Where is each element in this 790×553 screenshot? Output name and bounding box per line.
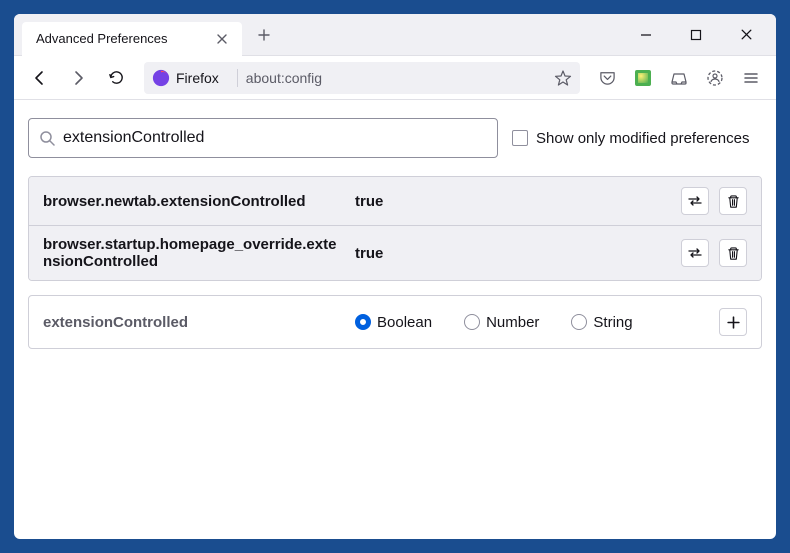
new-pref-row: extensionControlled Boolean Number Strin… xyxy=(29,296,761,348)
content-area: Show only modified preferences browser.n… xyxy=(14,100,776,539)
pref-row[interactable]: browser.newtab.extensionControlled true xyxy=(29,177,761,225)
minimize-button[interactable] xyxy=(632,21,660,49)
profile-icon[interactable] xyxy=(700,63,730,93)
menu-icon[interactable] xyxy=(736,63,766,93)
extension-icon[interactable] xyxy=(628,63,658,93)
close-tab-icon[interactable] xyxy=(212,29,232,49)
add-button[interactable] xyxy=(719,308,747,336)
radio-icon xyxy=(571,314,587,330)
pref-value: true xyxy=(355,193,669,210)
browser-window: Advanced Preferences xyxy=(14,14,776,539)
reload-button[interactable] xyxy=(100,62,132,94)
firefox-icon xyxy=(152,69,170,87)
radio-icon xyxy=(355,314,371,330)
maximize-button[interactable] xyxy=(682,21,710,49)
radio-boolean[interactable]: Boolean xyxy=(355,314,432,331)
pref-value: true xyxy=(355,245,669,262)
pref-actions xyxy=(681,187,747,215)
delete-button[interactable] xyxy=(719,187,747,215)
titlebar: Advanced Preferences xyxy=(14,14,776,56)
new-pref-container: extensionControlled Boolean Number Strin… xyxy=(28,295,762,349)
prefs-table: browser.newtab.extensionControlled true … xyxy=(28,176,762,281)
checkbox-icon xyxy=(512,130,528,146)
pref-actions xyxy=(681,239,747,267)
tab-title: Advanced Preferences xyxy=(36,31,212,46)
toggle-button[interactable] xyxy=(681,187,709,215)
radio-string[interactable]: String xyxy=(571,314,632,331)
radio-label: Number xyxy=(486,314,539,331)
search-input[interactable] xyxy=(63,129,487,147)
radio-label: String xyxy=(593,314,632,331)
search-icon xyxy=(39,130,55,146)
back-button[interactable] xyxy=(24,62,56,94)
new-tab-button[interactable] xyxy=(250,21,278,49)
url-bar[interactable]: Firefox about:config xyxy=(144,62,580,94)
new-pref-name: extensionControlled xyxy=(43,314,343,331)
pref-name: browser.startup.homepage_override.extens… xyxy=(43,236,343,270)
radio-label: Boolean xyxy=(377,314,432,331)
forward-button[interactable] xyxy=(62,62,94,94)
identity-box[interactable]: Firefox xyxy=(152,69,229,87)
window-controls xyxy=(632,21,768,49)
bookmark-star-icon[interactable] xyxy=(554,69,572,87)
tab-active[interactable]: Advanced Preferences xyxy=(22,22,242,56)
checkbox-label: Show only modified preferences xyxy=(536,130,749,147)
close-window-button[interactable] xyxy=(732,21,760,49)
search-box[interactable] xyxy=(28,118,498,158)
pocket-icon[interactable] xyxy=(592,63,622,93)
toggle-button[interactable] xyxy=(681,239,709,267)
pref-row[interactable]: browser.startup.homepage_override.extens… xyxy=(29,225,761,280)
urlbar-separator xyxy=(237,69,238,87)
delete-button[interactable] xyxy=(719,239,747,267)
search-row: Show only modified preferences xyxy=(28,118,762,158)
identity-label: Firefox xyxy=(176,70,219,86)
inbox-icon[interactable] xyxy=(664,63,694,93)
toolbar-icons xyxy=(592,63,766,93)
url-text: about:config xyxy=(246,70,546,86)
pref-name: browser.newtab.extensionControlled xyxy=(43,193,343,210)
radio-icon xyxy=(464,314,480,330)
radio-number[interactable]: Number xyxy=(464,314,539,331)
toolbar: Firefox about:config xyxy=(14,56,776,100)
show-modified-checkbox[interactable]: Show only modified preferences xyxy=(512,130,749,147)
type-radio-group: Boolean Number String xyxy=(355,314,707,331)
